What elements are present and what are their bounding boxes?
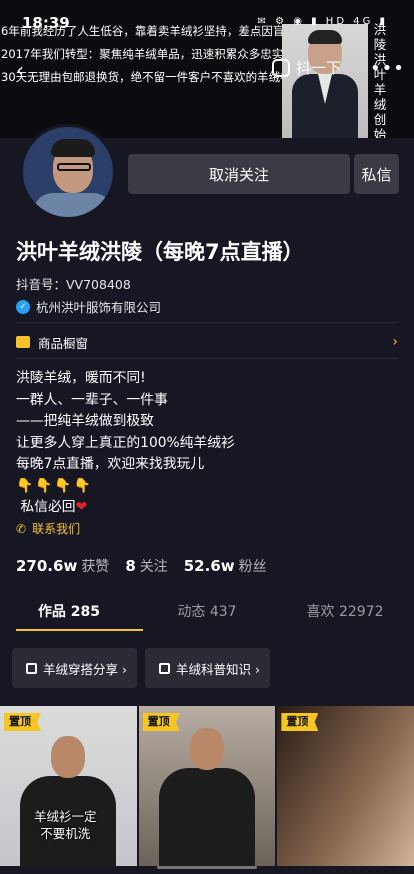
bio-line: 洪陵羊绒，暖而不同! bbox=[16, 370, 146, 386]
tab-likes[interactable]: 喜欢 22972 bbox=[276, 598, 414, 630]
collection-label: 羊绒科普知识 › bbox=[176, 661, 260, 677]
home-indicator bbox=[157, 866, 257, 869]
founder-portrait bbox=[282, 24, 368, 138]
cover-line: 2017年我们转型：聚焦纯羊绒单品，迅速积累众多忠实客户，一小半是名人大咖和企业… bbox=[1, 47, 282, 61]
message-button[interactable]: 私信 bbox=[354, 154, 399, 194]
verified-company: ✓ 杭州洪叶服饰有限公司 bbox=[16, 297, 161, 316]
phone-icon: ✆ bbox=[16, 521, 27, 536]
stat-following[interactable]: 8 关注 bbox=[125, 556, 167, 576]
profile-bio: 洪陵羊绒，暖而不同! 一群人、一辈子、一件事 ——把纯羊绒做到极致 让更多人穿上… bbox=[16, 368, 235, 519]
tab-posts[interactable]: 动态 437 bbox=[138, 598, 276, 630]
shop-label: 商品橱窗 bbox=[38, 335, 89, 351]
bio-line: 让更多人穿上真正的100%纯羊绒衫 bbox=[16, 434, 235, 451]
status-time: 18:39 bbox=[22, 14, 70, 32]
cover-line: 30天无理由包邮退换货，绝不留一件客户不喜欢的羊绒衫，5年来我们仍坚守承诺：“衣… bbox=[1, 70, 282, 84]
collection-cashmere-knowledge[interactable]: 羊绒科普知识 › bbox=[145, 648, 270, 688]
video-grid: 置顶 羊绒衫一定 不要机洗 置顶 置顶 bbox=[0, 706, 414, 866]
bio-reply-line: 私信必回❤ bbox=[20, 499, 88, 515]
company-name: 杭州洪叶服饰有限公司 bbox=[36, 300, 162, 315]
pinned-badge: 置顶 bbox=[4, 713, 41, 731]
contact-label: 联系我们 bbox=[32, 522, 81, 536]
pinned-badge: 置顶 bbox=[142, 713, 180, 731]
stat-likes[interactable]: 270.6w 获赞 bbox=[16, 556, 109, 576]
profile-tabs: 作品 285 动态 437 喜欢 22972 bbox=[0, 598, 414, 630]
status-icons: ✉ ⚙ ◉ ▮ HD 4G ▮ bbox=[257, 16, 388, 27]
tab-indicator bbox=[16, 629, 143, 631]
shake-button[interactable]: 抖一下 bbox=[272, 57, 341, 78]
collection-label: 羊绒穿搭分享 › bbox=[43, 661, 127, 677]
contact-us-link[interactable]: ✆ 联系我们 bbox=[16, 520, 80, 537]
profile-name: 洪叶羊绒洪陵（每晚7点直播） bbox=[16, 240, 304, 264]
bio-line: ——把纯羊绒做到极致 bbox=[16, 413, 154, 429]
video-caption: 羊绒衫一定 不要机洗 bbox=[34, 809, 97, 841]
founder-vertical-label: 洪 陵 洪 叶 羊 绒 创 始 人 bbox=[373, 22, 387, 138]
collection-cashmere-outfits[interactable]: 羊绒穿搭分享 › bbox=[12, 648, 137, 688]
profile-stats: 270.6w 获赞 8 关注 52.6w 粉丝 bbox=[16, 556, 267, 576]
pointing-down-emoji: 👇👇👇👇 bbox=[16, 477, 93, 494]
bio-line: 每晚7点直播，欢迎来找我玩儿 bbox=[16, 456, 205, 472]
shop-icon bbox=[16, 336, 30, 348]
pinned-badge: 置顶 bbox=[281, 713, 319, 731]
status-bar: 18:39 ✉ ⚙ ◉ ▮ HD 4G ▮ bbox=[0, 0, 414, 32]
unfollow-button[interactable]: 取消关注 bbox=[128, 154, 350, 194]
divider bbox=[16, 322, 398, 323]
divider bbox=[16, 358, 398, 359]
chevron-right-icon: › bbox=[392, 334, 398, 350]
video-thumbnail[interactable]: 置顶 羊绒衫一定 不要机洗 bbox=[0, 706, 137, 866]
verified-icon: ✓ bbox=[16, 299, 30, 314]
tab-works[interactable]: 作品 285 bbox=[0, 598, 138, 630]
collection-icon bbox=[26, 662, 37, 674]
stat-followers[interactable]: 52.6w 粉丝 bbox=[184, 556, 267, 576]
douyin-id: 抖音号：VV708408 bbox=[16, 277, 131, 292]
avatar[interactable] bbox=[20, 124, 116, 220]
video-thumbnail[interactable]: 置顶 bbox=[277, 706, 414, 866]
more-icon[interactable]: ••• bbox=[370, 58, 405, 79]
back-icon[interactable]: ‹ bbox=[16, 58, 24, 82]
collection-icon bbox=[159, 662, 170, 674]
shop-window-link[interactable]: 商品橱窗 › bbox=[16, 333, 398, 351]
hand-icon bbox=[272, 58, 290, 77]
heart-icon: ❤ bbox=[75, 499, 88, 515]
shake-label: 抖一下 bbox=[296, 59, 342, 77]
cover-text: 6年前我经历了人生低谷，靠着卖羊绒衫坚持，差点因盲目扩张而倒闭，不管怎样，我坚持… bbox=[0, 24, 282, 93]
bio-line: 一群人、一辈子、一件事 bbox=[16, 391, 168, 408]
video-thumbnail[interactable]: 置顶 bbox=[138, 706, 276, 866]
